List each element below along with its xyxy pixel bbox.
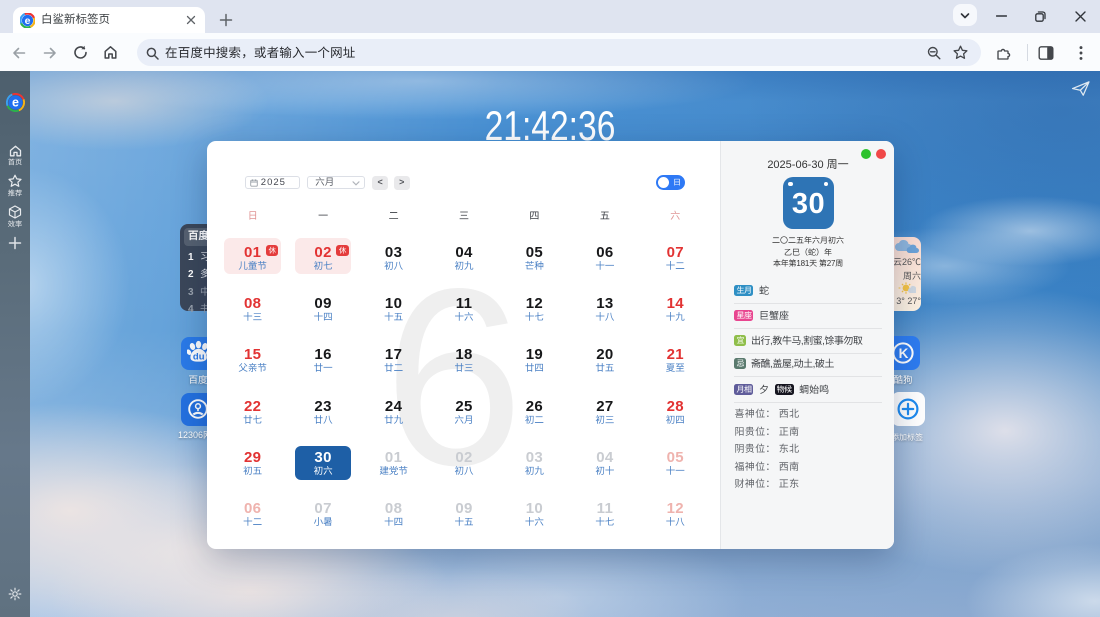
svg-text:e: e <box>12 96 19 110</box>
svg-text:du: du <box>193 351 205 362</box>
svg-text:K: K <box>899 346 909 361</box>
svg-text:e: e <box>25 15 31 27</box>
